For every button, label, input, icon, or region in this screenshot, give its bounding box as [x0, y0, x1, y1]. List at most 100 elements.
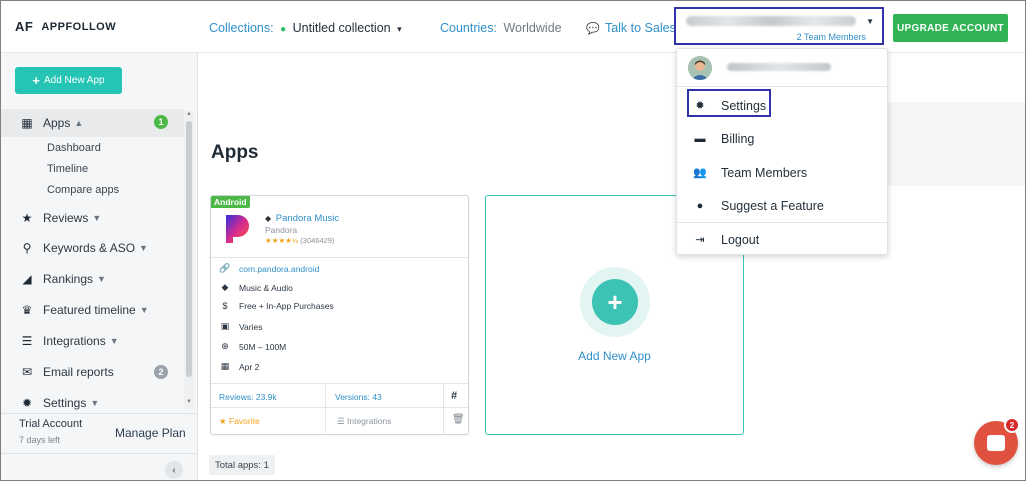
- chat-icon: [987, 435, 1005, 451]
- users-icon: 👥: [693, 167, 707, 179]
- talk-to-sales-link[interactable]: 💬 Talk to Sales: [586, 21, 676, 35]
- collections-label: Collections:: [209, 21, 274, 35]
- sidebar-subitem-timeline[interactable]: Timeline: [1, 158, 184, 179]
- sliders-icon: ☰: [337, 416, 345, 426]
- installs-value: 50M – 100M: [239, 341, 287, 352]
- add-new-app-label: Add New App: [43, 75, 105, 86]
- lightbulb-icon: ●: [696, 199, 704, 212]
- app-package-link[interactable]: 🔗 com.pandora.android: [219, 263, 319, 274]
- reviews-link[interactable]: Reviews: 23.9k: [219, 392, 277, 402]
- grid-icon: ▦: [21, 116, 33, 130]
- envelope-icon: ✉: [21, 364, 33, 379]
- page-title: Apps: [211, 142, 259, 163]
- divider: [211, 407, 468, 408]
- menu-item-suggest-feature[interactable]: ● Suggest a Feature: [677, 189, 887, 222]
- gear-icon: ✹: [21, 395, 33, 410]
- trophy-icon: ♛: [21, 302, 33, 317]
- user-name-blurred: [727, 63, 831, 71]
- sidebar-item-featured-timeline[interactable]: ♛ Featured timeline ▼: [1, 294, 184, 325]
- sidebar-item-label: Settings: [43, 395, 87, 410]
- add-app-circle: +: [580, 267, 650, 337]
- package-name: com.pandora.android: [239, 263, 320, 274]
- chevron-up-icon: ▲: [74, 118, 84, 128]
- sidebar-item-keywords[interactable]: ⚲ Keywords & ASO ▼: [1, 232, 184, 263]
- chat-launcher-button[interactable]: 2: [974, 417, 1020, 465]
- upgrade-account-button[interactable]: UPGRADE ACCOUNT: [893, 14, 1008, 42]
- star-icon: ★: [21, 211, 33, 225]
- settings-highlight-box: [687, 89, 771, 117]
- add-new-app-button[interactable]: + Add New App: [15, 67, 122, 94]
- scroll-up-icon: ▲: [186, 111, 192, 117]
- collections-selector[interactable]: Collections: ● Untitled collection ▾: [209, 21, 402, 35]
- app-publisher: Pandora: [265, 225, 298, 235]
- rating-count: (3046429): [300, 236, 335, 245]
- versions-link[interactable]: Versions: 43: [335, 392, 382, 402]
- divider: [443, 384, 444, 435]
- credit-card-icon: ▬: [694, 132, 706, 145]
- sidebar-item-label: Featured timeline: [43, 302, 136, 317]
- app-category: ◆ Music & Audio: [219, 282, 293, 293]
- brand[interactable]: AF APPFOLLOW: [1, 1, 198, 53]
- dollar-icon: $: [222, 301, 228, 311]
- team-members-count: 2 Team Members: [796, 32, 866, 42]
- rating-stars-icon: ★★★★½: [265, 236, 299, 245]
- sidebar-item-email-reports[interactable]: ✉ Email reports 2: [1, 356, 184, 387]
- price-value: Free + In-App Purchases: [239, 301, 334, 311]
- countries-selector[interactable]: Countries: Worldwide: [440, 21, 562, 35]
- sidebar-footer: ‹: [1, 453, 197, 480]
- sidebar-subitem-compare-apps[interactable]: Compare apps: [1, 179, 184, 200]
- date-value: Apr 2: [239, 361, 260, 372]
- trial-info: Trial Account 7 days left Manage Plan: [1, 413, 197, 453]
- account-menu-button[interactable]: 2 Team Members ▼: [674, 7, 884, 45]
- divider: [325, 384, 326, 435]
- size-value: Varies: [239, 321, 263, 332]
- plus-icon: +: [32, 73, 40, 88]
- app-name-link[interactable]: ◆ Pandora Music: [265, 213, 339, 224]
- app-name: Pandora Music: [275, 213, 340, 224]
- chevron-down-icon: ▼: [109, 335, 119, 346]
- trash-icon[interactable]: 🗑: [452, 414, 465, 425]
- app-window: AF APPFOLLOW + Add New App ▦ Apps ▲ 1 Da…: [0, 0, 1026, 481]
- menu-item-label: Billing: [721, 131, 755, 146]
- sidebar-item-apps[interactable]: ▦ Apps ▲ 1: [1, 109, 184, 137]
- android-icon: ◆: [265, 214, 272, 223]
- sidebar-item-label: Reviews: [43, 211, 89, 225]
- sidebar-item-label: Keywords & ASO: [43, 240, 136, 255]
- menu-item-team-members[interactable]: 👥 Team Members: [677, 156, 887, 189]
- plus-icon: +: [592, 279, 638, 325]
- category-value: Music & Audio: [239, 282, 293, 293]
- slack-icon[interactable]: #: [451, 390, 457, 402]
- scrollbar-thumb[interactable]: [186, 121, 192, 377]
- trial-title: Trial Account: [19, 418, 83, 430]
- main-content: Apps Android ◆ Pandora Music Pandora ★★★…: [198, 54, 1025, 480]
- chevron-down-icon: ▼: [139, 304, 149, 315]
- sliders-icon: ☰: [21, 333, 33, 348]
- sidebar-item-integrations[interactable]: ☰ Integrations ▼: [1, 325, 184, 356]
- favorite-label: Favorite: [229, 416, 260, 426]
- sidebar-item-rankings[interactable]: ◢ Rankings ▼: [1, 263, 184, 294]
- manage-plan-link[interactable]: Manage Plan: [115, 426, 186, 440]
- avatar-icon: [688, 56, 712, 80]
- sidebar-nav: ▦ Apps ▲ 1 Dashboard Timeline Compare ap…: [1, 109, 184, 418]
- chevron-down-icon: ▼: [90, 397, 100, 408]
- menu-item-logout[interactable]: ⇥ Logout: [677, 223, 887, 256]
- platform-badge: Android: [211, 196, 250, 208]
- logout-icon: ⇥: [695, 234, 705, 246]
- collapse-sidebar-button[interactable]: ‹: [165, 461, 183, 479]
- app-card[interactable]: Android ◆ Pandora Music Pandora ★★★★½ (3…: [210, 195, 469, 435]
- integrations-button[interactable]: ☰ Integrations: [337, 416, 391, 427]
- dropdown-user-row[interactable]: [677, 49, 887, 87]
- integrations-label: Integrations: [347, 416, 392, 426]
- countries-value: Worldwide: [503, 21, 562, 35]
- avatar: [688, 56, 712, 80]
- disk-icon: ▣: [220, 321, 230, 331]
- sidebar-item-label: Email reports: [43, 364, 114, 379]
- apps-count-badge: 1: [154, 115, 168, 129]
- sidebar-item-reviews[interactable]: ★ Reviews ▼: [1, 204, 184, 232]
- favorite-button[interactable]: ★ Favorite: [219, 416, 260, 427]
- account-dropdown-menu: ✹ Settings ▬ Billing 👥 Team Members ● Su…: [676, 48, 888, 255]
- search-icon: ⚲: [22, 240, 32, 255]
- menu-item-billing[interactable]: ▬ Billing: [677, 122, 887, 155]
- sidebar-scrollbar[interactable]: ▲ ▼: [184, 111, 194, 409]
- sidebar-subitem-dashboard[interactable]: Dashboard: [1, 137, 184, 158]
